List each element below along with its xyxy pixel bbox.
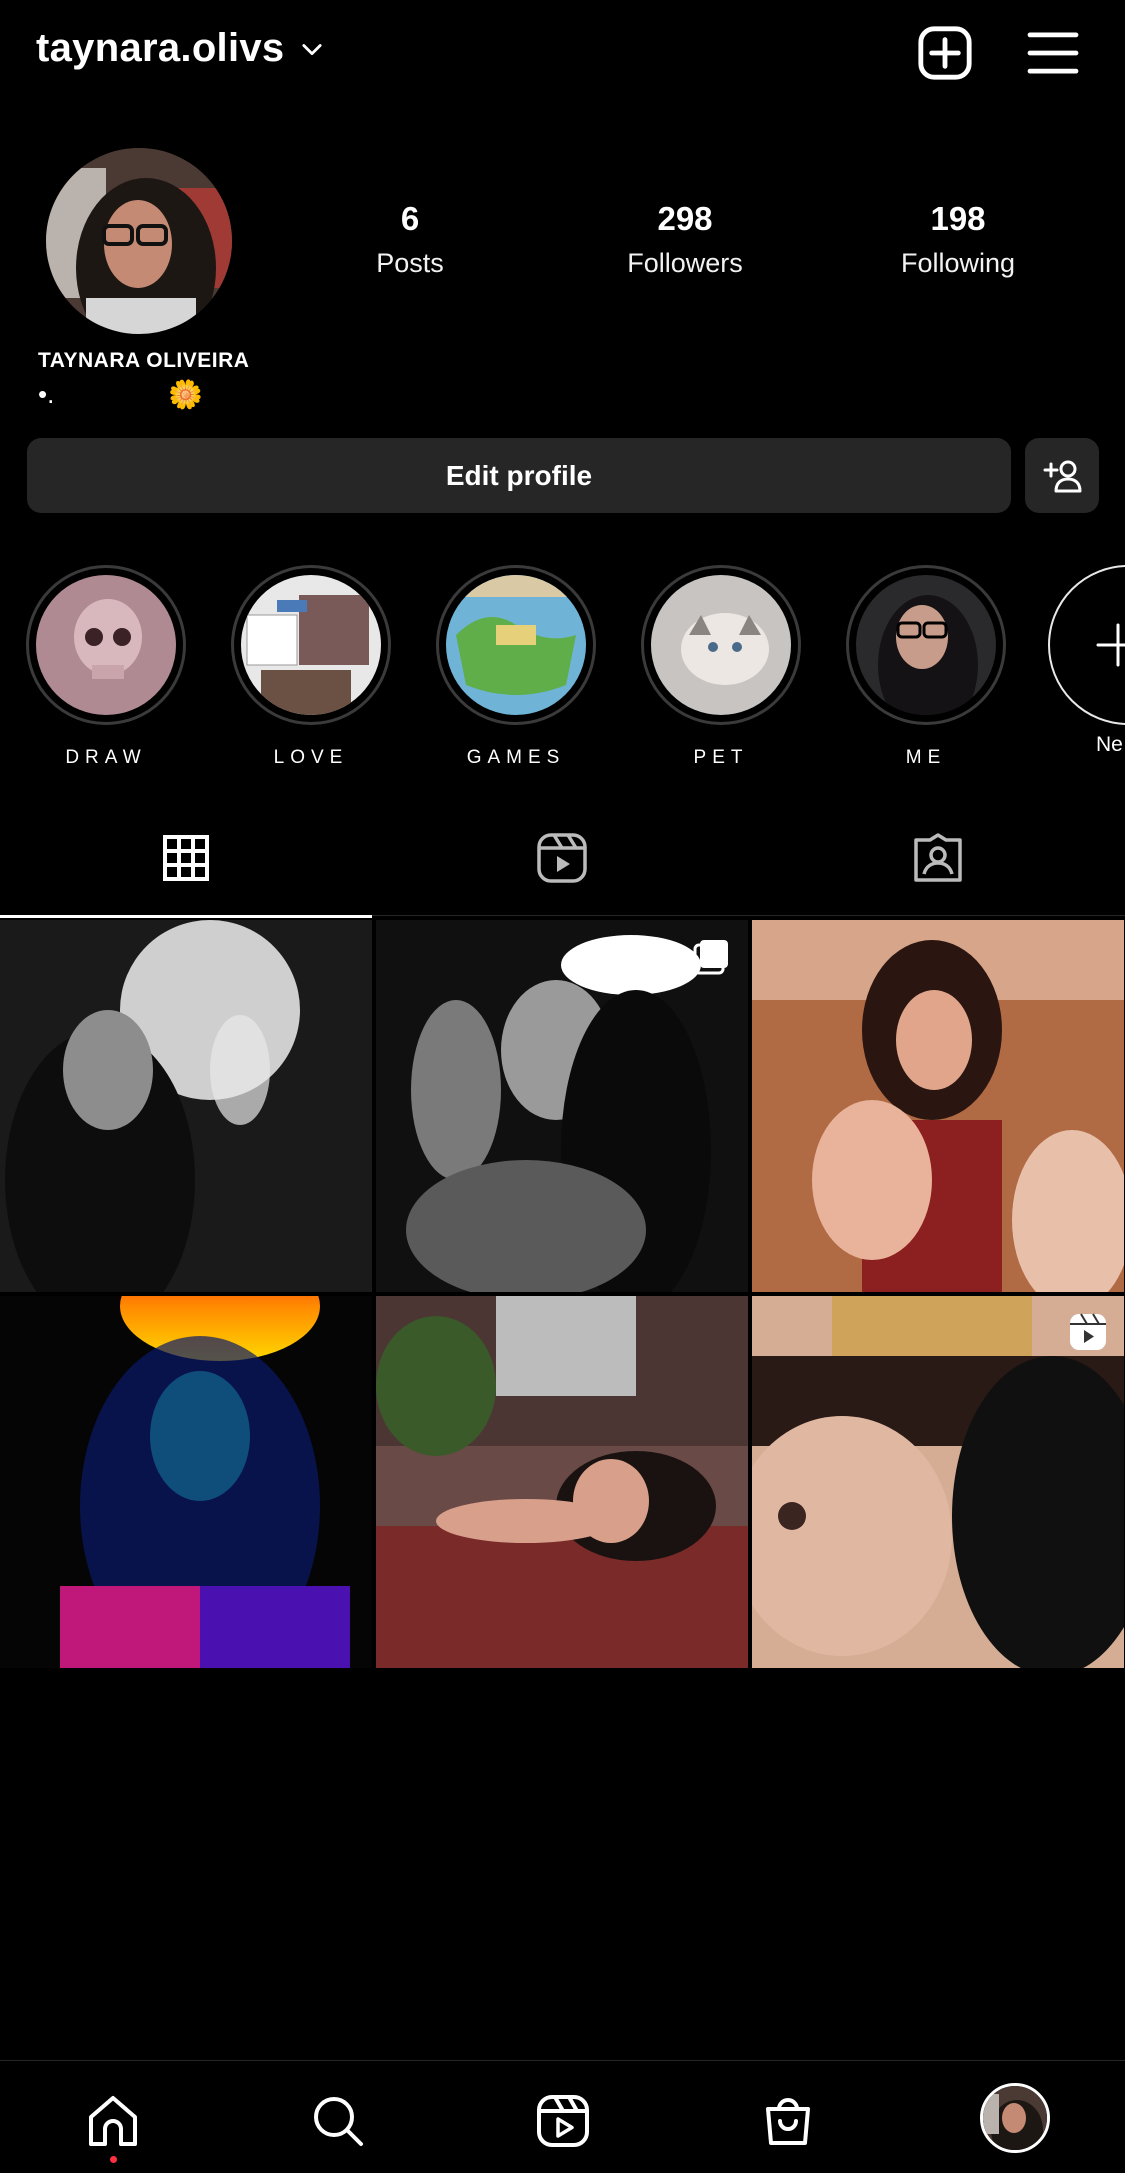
highlight-me[interactable]: ME bbox=[846, 565, 1006, 769]
highlight-ring bbox=[26, 565, 186, 725]
posts-count: 6 bbox=[400, 200, 420, 237]
tagged-icon bbox=[914, 833, 962, 882]
highlight-ring bbox=[641, 565, 801, 725]
highlight-love[interactable]: LOVE bbox=[231, 565, 391, 769]
full-name: TAYNARA OLIVEIRA bbox=[38, 349, 250, 372]
highlight-label: DRAW bbox=[65, 747, 147, 768]
new-highlight-ring bbox=[1048, 565, 1125, 725]
shop-icon bbox=[766, 2098, 810, 2145]
reel-badge-icon bbox=[1070, 1313, 1106, 1350]
highlight-ring bbox=[436, 565, 596, 725]
post-thumbnail[interactable] bbox=[0, 920, 372, 1292]
following-count: 198 bbox=[930, 200, 986, 237]
highlight-cover bbox=[651, 575, 791, 715]
nav-reels[interactable] bbox=[533, 2091, 593, 2151]
followers-label: Followers bbox=[627, 248, 743, 278]
bottom-navigation bbox=[0, 2060, 1125, 2173]
post-thumbnail[interactable] bbox=[752, 920, 1124, 1292]
highlight-label: ME bbox=[905, 747, 947, 768]
highlight-cover bbox=[446, 575, 586, 715]
posts-stat[interactable]: 6 Posts bbox=[300, 200, 520, 279]
bio: •. 🌼 bbox=[38, 378, 203, 411]
discover-people-button[interactable] bbox=[1025, 438, 1099, 513]
nav-profile-avatar[interactable] bbox=[980, 2083, 1050, 2153]
highlight-ring bbox=[846, 565, 1006, 725]
followers-stat[interactable]: 298 Followers bbox=[575, 200, 795, 279]
username: taynara.olivs bbox=[36, 26, 285, 70]
highlight-label: LOVE bbox=[273, 747, 349, 768]
grid-icon bbox=[163, 835, 209, 881]
following-label: Following bbox=[900, 248, 1016, 278]
nav-shop[interactable] bbox=[758, 2091, 818, 2151]
avatar-photo bbox=[983, 2086, 1047, 2150]
post-thumbnail[interactable] bbox=[752, 1296, 1124, 1668]
post-thumbnail[interactable] bbox=[376, 1296, 748, 1668]
nav-home[interactable] bbox=[83, 2091, 143, 2163]
highlight-label: Ne bbox=[1096, 733, 1123, 756]
notification-dot bbox=[110, 2156, 117, 2163]
reels-icon bbox=[537, 833, 587, 883]
post-thumbnail[interactable] bbox=[0, 1296, 372, 1668]
reels-icon bbox=[537, 2095, 589, 2147]
followers-count: 298 bbox=[657, 200, 713, 237]
tab-reels[interactable] bbox=[376, 800, 748, 916]
home-icon bbox=[89, 2096, 137, 2146]
chevron-down-icon bbox=[302, 43, 323, 55]
new-post-icon[interactable] bbox=[916, 24, 974, 82]
top-bar: taynara.olivs bbox=[0, 0, 1125, 110]
posts-label: Posts bbox=[376, 248, 444, 278]
highlight-cover bbox=[856, 575, 996, 715]
highlight-games[interactable]: GAMES bbox=[436, 565, 596, 769]
highlight-label: PET bbox=[693, 747, 749, 768]
highlight-cover bbox=[36, 575, 176, 715]
tab-tagged[interactable] bbox=[752, 800, 1124, 916]
highlight-cover bbox=[241, 575, 381, 715]
highlight-pet[interactable]: PET bbox=[641, 565, 801, 769]
add-person-icon bbox=[1043, 460, 1082, 492]
bio-dot: •. bbox=[38, 379, 55, 409]
highlight-ring bbox=[231, 565, 391, 725]
highlight-label: GAMES bbox=[466, 747, 566, 768]
avatar-photo bbox=[46, 148, 232, 334]
carousel-icon bbox=[693, 940, 728, 975]
profile-tabs bbox=[0, 800, 1125, 918]
menu-icon[interactable] bbox=[1024, 24, 1082, 82]
following-stat[interactable]: 198 Following bbox=[848, 200, 1068, 279]
highlight-draw[interactable]: DRAW bbox=[26, 565, 186, 769]
edit-profile-button[interactable]: Edit profile bbox=[27, 438, 1011, 513]
search-icon bbox=[314, 2097, 363, 2146]
plus-icon bbox=[1096, 623, 1125, 667]
highlight-new[interactable]: Ne bbox=[1048, 565, 1125, 757]
bio-emoji: 🌼 bbox=[168, 379, 203, 410]
post-thumbnail[interactable] bbox=[376, 920, 748, 1292]
nav-search[interactable] bbox=[308, 2091, 368, 2151]
profile-avatar[interactable] bbox=[46, 148, 232, 334]
username-switcher[interactable]: taynara.olivs bbox=[36, 26, 326, 71]
tab-posts-grid[interactable] bbox=[0, 800, 372, 918]
